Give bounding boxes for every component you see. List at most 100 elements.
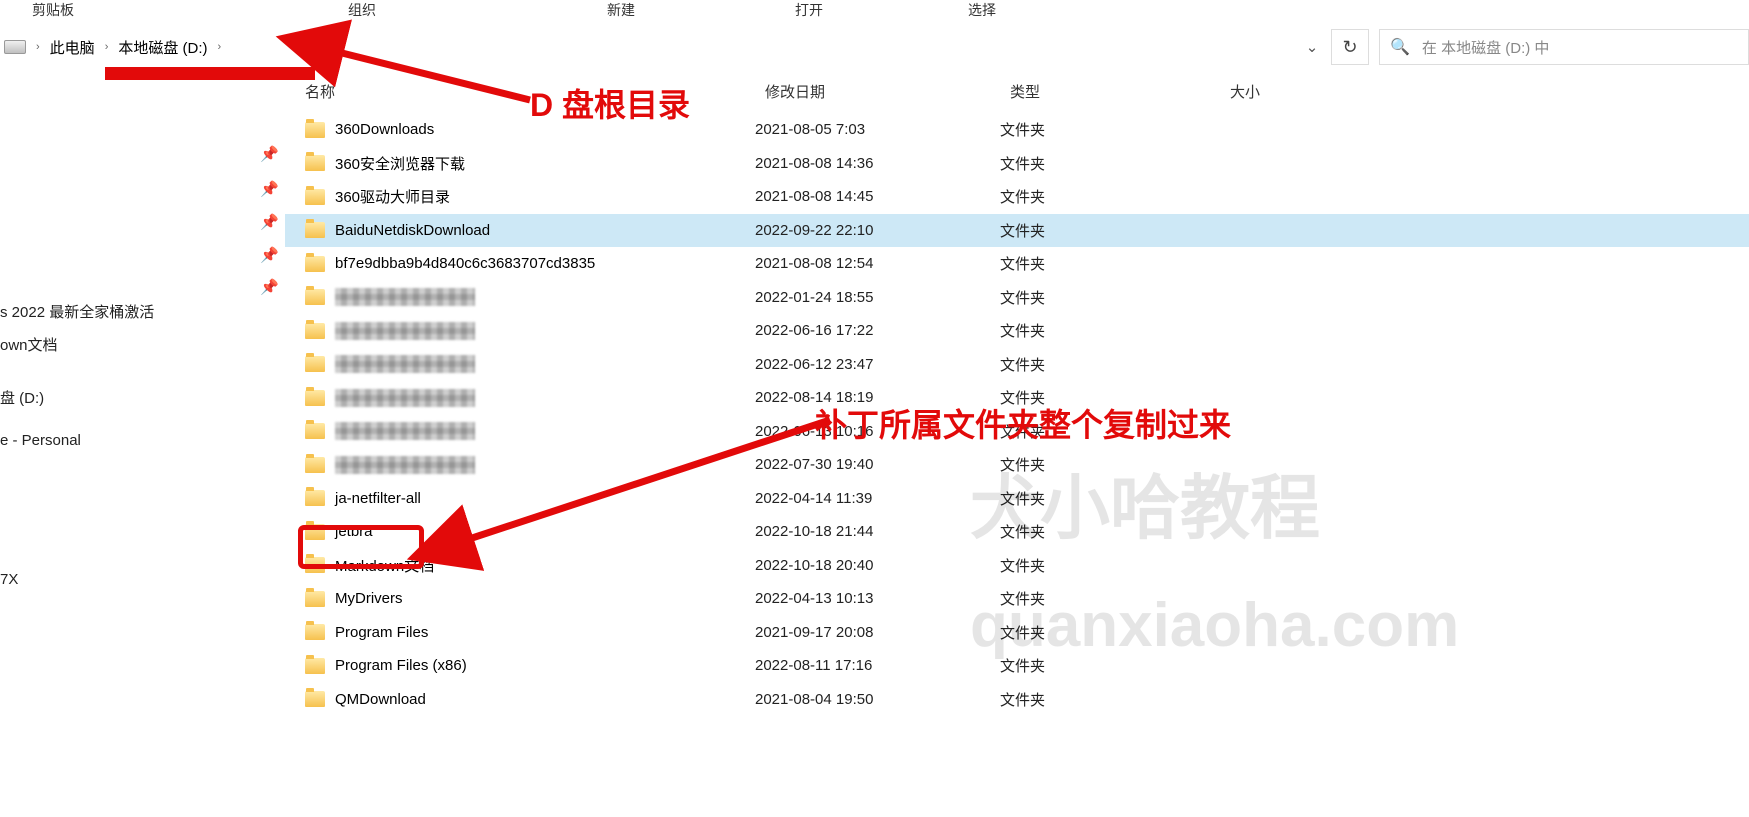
drive-icon <box>4 40 26 54</box>
address-dropdown[interactable]: ⌄ <box>1297 29 1327 65</box>
cell-date: 2022-09-22 22:10 <box>755 222 1000 239</box>
nav-item[interactable]: 盘 (D:) <box>0 381 285 414</box>
file-name: QMDownload <box>335 691 426 708</box>
pin-icon: 📌 <box>260 180 279 198</box>
chevron-right-icon[interactable]: › <box>214 41 226 53</box>
search-input[interactable]: 🔍 在 本地磁盘 (D:) 中 <box>1379 29 1749 65</box>
table-row[interactable]: Program Files (x86) 2022-08-11 17:16文件夹 <box>285 649 1749 683</box>
cell-date: 2022-07-30 19:40 <box>755 456 1000 473</box>
cell-type: 文件夹 <box>1000 622 1220 643</box>
table-row[interactable]: 360驱动大师目录2021-08-08 14:45文件夹 <box>285 180 1749 214</box>
folder-icon <box>305 691 325 707</box>
cell-date: 2021-08-08 14:45 <box>755 188 1000 205</box>
cell-date: 2021-08-08 14:36 <box>755 155 1000 172</box>
cell-name: Markdown文档 <box>305 555 755 576</box>
ribbon-tab-organize[interactable]: 组织 <box>348 0 376 20</box>
table-row[interactable]: 2022-06-12 23:47文件夹 <box>285 348 1749 382</box>
search-placeholder: 在 本地磁盘 (D:) 中 <box>1422 37 1550 58</box>
nav-item[interactable]: 7X <box>0 565 285 594</box>
folder-icon <box>305 591 325 607</box>
folder-icon <box>305 423 325 439</box>
table-row[interactable]: Markdown文档2022-10-18 20:40文件夹 <box>285 549 1749 583</box>
cell-type: 文件夹 <box>1000 655 1220 676</box>
folder-icon <box>305 122 325 138</box>
refresh-icon: ↻ <box>1342 37 1357 58</box>
cell-name: MyDrivers <box>305 590 755 607</box>
pin-icon: 📌 <box>260 278 279 296</box>
address-row: › 此电脑 › 本地磁盘 (D:) › ⌄ ↻ 🔍 在 本地磁盘 (D:) 中 <box>0 27 1749 67</box>
cell-name: 360Downloads <box>305 121 755 138</box>
cell-date: 2021-08-08 12:54 <box>755 255 1000 272</box>
cell-name <box>305 422 755 440</box>
cell-date: 2022-06-12 23:47 <box>755 356 1000 373</box>
table-row[interactable]: 360安全浏览器下载 2021-08-08 14:36文件夹 <box>285 147 1749 181</box>
file-name: 360安全浏览器下载 <box>335 153 465 174</box>
file-name: Program Files (x86) <box>335 657 467 674</box>
folder-icon <box>305 557 325 573</box>
nav-item[interactable]: own文档 <box>0 328 285 361</box>
table-row[interactable]: 2022-06-16 17:22文件夹 <box>285 314 1749 348</box>
cell-name: BaiduNetdiskDownload <box>305 222 755 239</box>
header-date[interactable]: 修改日期 <box>765 81 1010 102</box>
cell-name <box>305 456 755 474</box>
cell-date: 2022-08-11 17:16 <box>755 657 1000 674</box>
cell-type: 文件夹 <box>1000 689 1220 710</box>
cell-date: 2021-09-17 20:08 <box>755 624 1000 641</box>
cell-type: 文件夹 <box>1000 153 1220 174</box>
pin-icon: 📌 <box>260 213 279 231</box>
folder-icon <box>305 624 325 640</box>
pin-icon: 📌 <box>260 246 279 264</box>
table-row[interactable]: QMDownload2021-08-04 19:50文件夹 <box>285 683 1749 717</box>
redacted-name <box>335 288 475 306</box>
table-row[interactable]: jetbra2022-10-18 21:44文件夹 <box>285 515 1749 549</box>
table-row[interactable]: 2022-07-30 19:40文件夹 <box>285 448 1749 482</box>
chevron-down-icon: ⌄ <box>1306 38 1319 56</box>
cell-type: 文件夹 <box>1000 521 1220 542</box>
folder-icon <box>305 256 325 272</box>
header-size[interactable]: 大小 <box>1230 81 1380 102</box>
table-row[interactable]: 2022-08-14 18:19文件夹 <box>285 381 1749 415</box>
search-icon: 🔍 <box>1390 37 1410 57</box>
breadcrumb-drive[interactable]: 本地磁盘 (D:) <box>112 32 213 62</box>
table-row[interactable]: MyDrivers2022-04-13 10:13文件夹 <box>285 582 1749 616</box>
folder-icon <box>305 390 325 406</box>
nav-panel: 📌 📌 📌 📌 📌 s 2022 最新全家桶激活 own文档 盘 (D:) e … <box>0 75 285 817</box>
header-name[interactable]: 名称 <box>305 81 765 102</box>
ribbon-tab-new[interactable]: 新建 <box>607 0 635 20</box>
ribbon-tab-open[interactable]: 打开 <box>795 0 823 20</box>
table-row[interactable]: 360Downloads2021-08-05 7:03文件夹 <box>285 113 1749 147</box>
chevron-right-icon[interactable]: › <box>32 41 44 53</box>
file-name: BaiduNetdiskDownload <box>335 222 490 239</box>
folder-icon <box>305 155 325 171</box>
chevron-right-icon[interactable]: › <box>101 41 113 53</box>
table-row[interactable]: Program Files2021-09-17 20:08文件夹 <box>285 616 1749 650</box>
folder-icon <box>305 323 325 339</box>
nav-item[interactable]: e - Personal <box>0 426 285 455</box>
refresh-button[interactable]: ↻ <box>1331 29 1369 65</box>
table-row[interactable]: ja-netfilter-all2022-04-14 11:39文件夹 <box>285 482 1749 516</box>
cell-date: 2022-04-13 10:13 <box>755 590 1000 607</box>
table-row[interactable]: BaiduNetdiskDownload2022-09-22 22:10文件夹 <box>285 214 1749 248</box>
ribbon-tab-clipboard[interactable]: 剪贴板 <box>32 0 74 20</box>
cell-type: 文件夹 <box>1000 287 1220 308</box>
cell-type: 文件夹 <box>1000 588 1220 609</box>
table-row[interactable]: 2022-01-24 18:55文件夹 <box>285 281 1749 315</box>
cell-date: 2022-10-18 20:40 <box>755 557 1000 574</box>
cell-name: 360驱动大师目录 <box>305 186 755 207</box>
folder-icon <box>305 658 325 674</box>
breadcrumb-pc[interactable]: 此电脑 <box>44 32 101 62</box>
folder-icon <box>305 490 325 506</box>
address-bar[interactable]: › 此电脑 › 本地磁盘 (D:) › <box>0 29 1289 65</box>
cell-name <box>305 355 755 373</box>
ribbon-tab-select[interactable]: 选择 <box>968 0 996 20</box>
column-headers: 名称 修改日期 类型 大小 <box>285 75 1749 107</box>
header-type[interactable]: 类型 <box>1010 81 1230 102</box>
cell-name: bf7e9dbba9b4d840c6c3683707cd3835 <box>305 255 755 272</box>
cell-name <box>305 322 755 340</box>
table-row[interactable]: bf7e9dbba9b4d840c6c3683707cd38352021-08-… <box>285 247 1749 281</box>
cell-type: 文件夹 <box>1000 320 1220 341</box>
table-row[interactable]: 2022-06-13 10:16文件夹 <box>285 415 1749 449</box>
nav-item[interactable]: s 2022 最新全家桶激活 <box>0 295 285 328</box>
folder-icon <box>305 189 325 205</box>
cell-name: 360安全浏览器下载 <box>305 153 755 174</box>
